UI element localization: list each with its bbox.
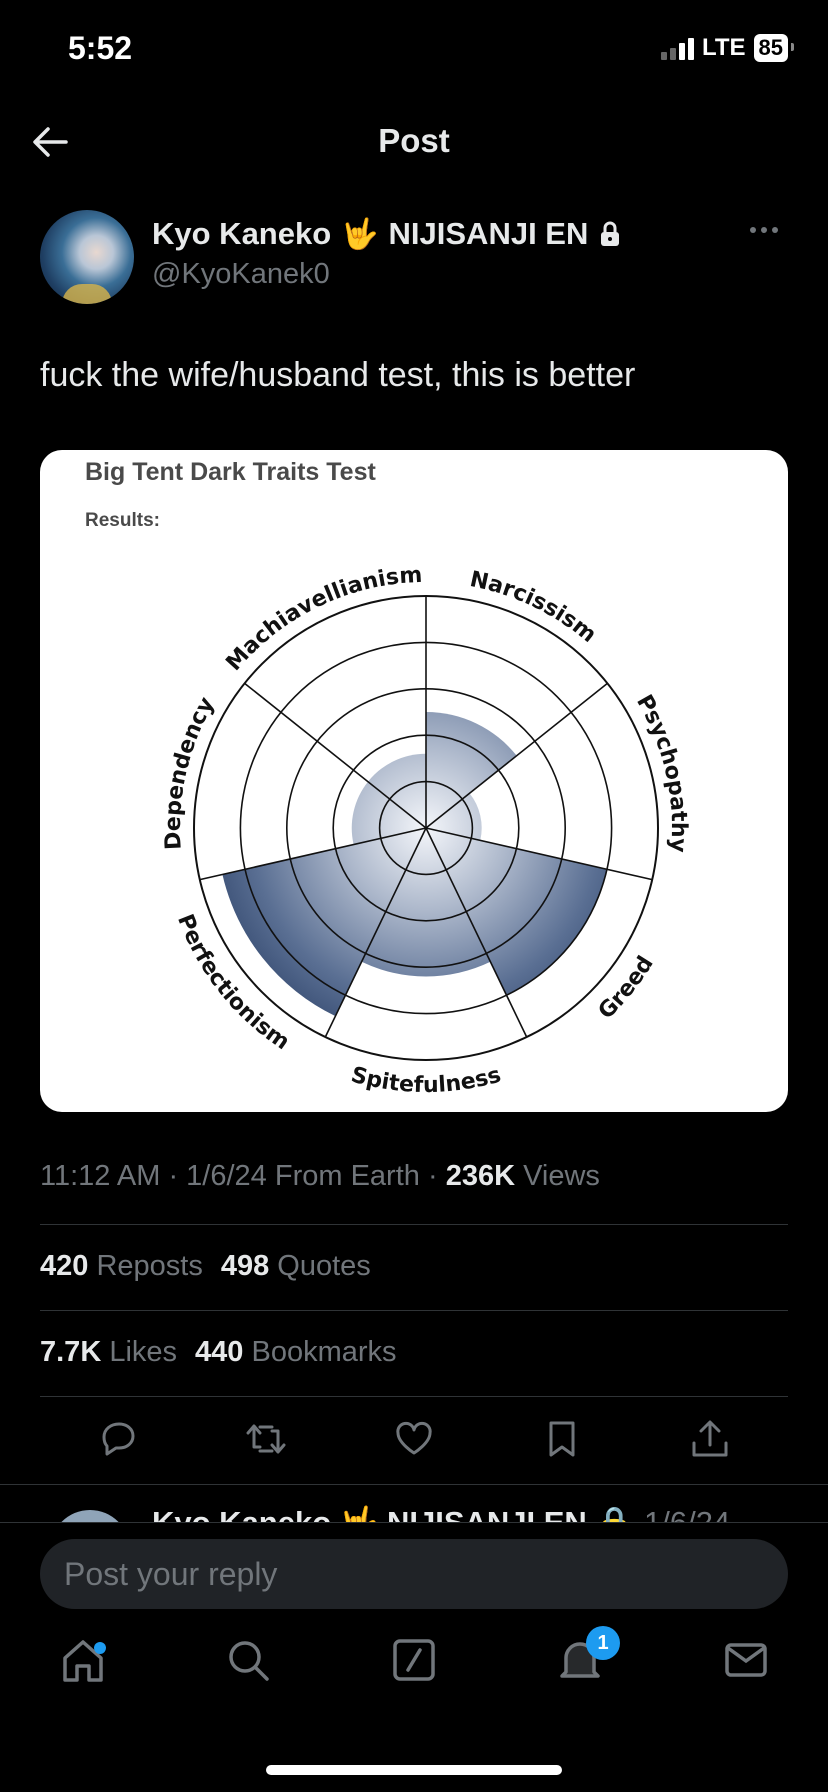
status-bar: 5:52 LTE 85 xyxy=(0,0,828,100)
axis-label-narcissism: Narcissism xyxy=(468,567,601,648)
likes-label: Likes xyxy=(109,1336,178,1368)
post-date: 1/6/24 xyxy=(186,1160,267,1192)
bookmarks-stat[interactable]: 440 Bookmarks xyxy=(195,1336,397,1369)
next-reply-preview[interactable]: Kyo Kaneko 🤟 NIJISANJI EN 🔒1/6/24 xyxy=(0,1500,828,1522)
post-text: fuck the wife/husband test, this is bett… xyxy=(40,356,636,394)
author-line[interactable]: Kyo Kaneko 🤟 NIJISANJI EN xyxy=(152,216,622,252)
quotes-stat[interactable]: 498 Quotes xyxy=(221,1250,371,1283)
divider xyxy=(40,1224,788,1225)
quotes-label: Quotes xyxy=(277,1250,371,1282)
notifications-badge: 1 xyxy=(586,1626,620,1660)
quotes-count: 498 xyxy=(220,1250,270,1282)
author-group: NIJISANJI EN xyxy=(388,216,589,251)
post-source: From Earth xyxy=(274,1160,420,1192)
views-count: 236K xyxy=(445,1160,516,1192)
chart-title: Big Tent Dark Traits Test xyxy=(85,458,376,486)
header: Post xyxy=(0,100,828,184)
divider xyxy=(40,1310,788,1311)
post-time: 11:12 AM xyxy=(40,1160,161,1192)
home-indicator xyxy=(266,1765,562,1775)
reposts-count: 420 xyxy=(40,1250,89,1282)
reply-author: Kyo Kaneko 🤟 NIJISANJI EN 🔒1/6/24 xyxy=(152,1504,730,1522)
home-notification-dot xyxy=(94,1642,106,1654)
chart-subtitle: Results: xyxy=(85,510,160,531)
repost-icon[interactable] xyxy=(242,1415,290,1463)
status-indicators: LTE 85 xyxy=(660,34,795,62)
search-icon[interactable] xyxy=(220,1632,276,1688)
axis-label-psychopathy: Psychopathy xyxy=(631,691,691,853)
reply-avatar xyxy=(50,1510,130,1522)
status-time: 5:52 xyxy=(68,30,133,66)
lock-icon xyxy=(601,221,620,246)
signal-icon xyxy=(660,36,694,60)
reposts-label: Reposts xyxy=(96,1250,203,1282)
page-title: Post xyxy=(378,122,450,159)
compose-icon[interactable] xyxy=(386,1632,442,1688)
likes-stat[interactable]: 7.7K Likes xyxy=(40,1336,177,1369)
share-icon[interactable] xyxy=(686,1415,734,1463)
reply-input[interactable]: Post your reply xyxy=(40,1539,788,1609)
views-label: Views xyxy=(523,1160,600,1192)
axis-label-greed: Greed xyxy=(594,952,659,1024)
post-image[interactable]: Narcissism Psychopathy Greed Spitefulness Pe… xyxy=(40,450,788,1112)
like-stats: 7.7K Likes 440 Bookmarks xyxy=(40,1336,397,1369)
bookmarks-count: 440 xyxy=(195,1336,244,1368)
likes-count: 7.7K xyxy=(40,1336,102,1368)
like-icon[interactable] xyxy=(390,1415,438,1463)
more-options-icon[interactable] xyxy=(750,222,786,238)
avatar[interactable] xyxy=(40,210,134,304)
axis-label-dependency: Dependency xyxy=(161,693,220,850)
reply-icon[interactable] xyxy=(94,1415,142,1463)
axis-label-spitefulness: Spitefulness xyxy=(348,1063,503,1099)
messages-icon[interactable] xyxy=(718,1632,774,1688)
axis-label-machiavellianism: Machiavellianism xyxy=(221,563,423,676)
bookmark-icon[interactable] xyxy=(538,1415,586,1463)
network-label: LTE xyxy=(701,34,746,61)
reposts-stat[interactable]: 420 Reposts xyxy=(40,1250,203,1283)
divider xyxy=(40,1396,788,1397)
post-meta: 11:12 AM · 1/6/24 From Earth · 236K View… xyxy=(40,1160,600,1192)
bookmarks-label: Bookmarks xyxy=(251,1336,397,1368)
tab-bar: 1 xyxy=(0,1626,828,1716)
polar-chart: NarcissismPsychopathyGreedSpitefulnessPe… xyxy=(161,563,691,1099)
battery-icon: 85 xyxy=(753,34,795,62)
action-bar xyxy=(0,1415,828,1475)
author-emoji: 🤟 xyxy=(341,217,379,251)
divider xyxy=(0,1484,828,1485)
repost-stats: 420 Reposts 498 Quotes xyxy=(40,1250,371,1283)
author-name: Kyo Kaneko xyxy=(152,216,332,251)
author-handle[interactable]: @KyoKanek0 xyxy=(152,258,330,291)
home-icon[interactable] xyxy=(55,1632,111,1688)
